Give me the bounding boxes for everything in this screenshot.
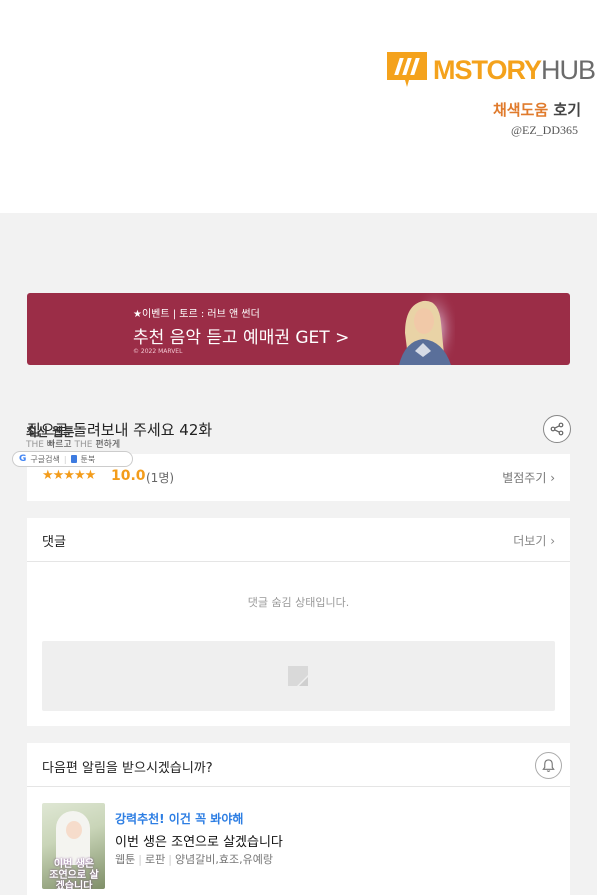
google-icon: G: [19, 454, 27, 464]
credit-name: 호기: [553, 101, 581, 119]
credit-handle: @EZ_DD365: [510, 123, 578, 137]
share-button[interactable]: [543, 415, 571, 443]
banner-headline: 추천 음악 듣고 예매권 GET >: [133, 328, 350, 348]
book-icon: [70, 455, 77, 463]
banner-copyright: © 2022 MARVEL: [133, 348, 183, 355]
overlay-shortcut-bar[interactable]: G 구글검색 | 툰북: [12, 451, 133, 467]
mstoryhub-logo: MSTORYHUB: [387, 52, 596, 87]
comments-header: 댓글 더보기 ›: [27, 518, 570, 562]
comments-hidden-message: 댓글 숨김 상태입니다.: [247, 596, 350, 609]
logo-mark-icon: [387, 52, 427, 87]
comments-more-button[interactable]: 더보기 ›: [513, 532, 555, 549]
notify-bell-button[interactable]: [535, 752, 562, 779]
toonbook-label[interactable]: 툰북: [81, 454, 96, 465]
comments-title: 댓글: [42, 535, 66, 550]
banner-character-image: [399, 293, 455, 365]
recommend-thumbnail[interactable]: 이번 생은 조연으로 살겠습니다: [42, 803, 105, 889]
comments-card: 댓글 더보기 › 댓글 숨김 상태입니다.: [27, 518, 570, 726]
notify-header: 다음편 알림을 받으시겠습니까?: [27, 743, 570, 787]
credit-role: 채색도움: [492, 101, 549, 119]
notify-question: 다음편 알림을 받으시겠습니까?: [42, 761, 213, 776]
rating-count: (1명): [146, 471, 175, 485]
recommend-meta: 웹툰 | 로판 | 양념갈비,효조,유예랑: [115, 853, 274, 866]
logo-text-primary: MSTORY: [433, 54, 542, 85]
bell-icon: [542, 759, 555, 772]
google-search-label[interactable]: 구글검색: [30, 454, 59, 465]
overlay-tagline: THE 빠르고 THE 편하게: [26, 440, 121, 450]
rate-button[interactable]: 별점주기 ›: [502, 469, 555, 486]
rating-score: 10.0: [111, 468, 146, 484]
ad-banner[interactable]: ★이벤트 | 토르 : 러브 앤 썬더 추천 음악 듣고 예매권 GET > ©…: [27, 293, 570, 365]
chapter-end-image: MSTORYHUB 채색도움 호기 @EZ_DD365: [0, 0, 597, 213]
thumbnail-title-text: 이번 생은 조연으로 살겠습니다: [49, 859, 99, 889]
recommend-title[interactable]: 이번 생은 조연으로 살겠습니다: [115, 831, 283, 850]
share-icon: [550, 422, 564, 436]
recommend-badge: 강력추천! 이건 꼭 봐야해: [115, 812, 244, 826]
banner-event-text: ★이벤트 | 토르 : 러브 앤 썬더: [133, 309, 260, 320]
ad-placeholder: [42, 641, 555, 711]
notify-card: 다음편 알림을 받으시겠습니까? 이번 생은 조연으로 살겠습니다 강력추천! …: [27, 743, 570, 895]
credit-line: 채색도움 호기: [493, 99, 581, 120]
rating-stars: ★★★★★: [42, 468, 96, 483]
logo-text-secondary: HUB: [541, 54, 596, 85]
